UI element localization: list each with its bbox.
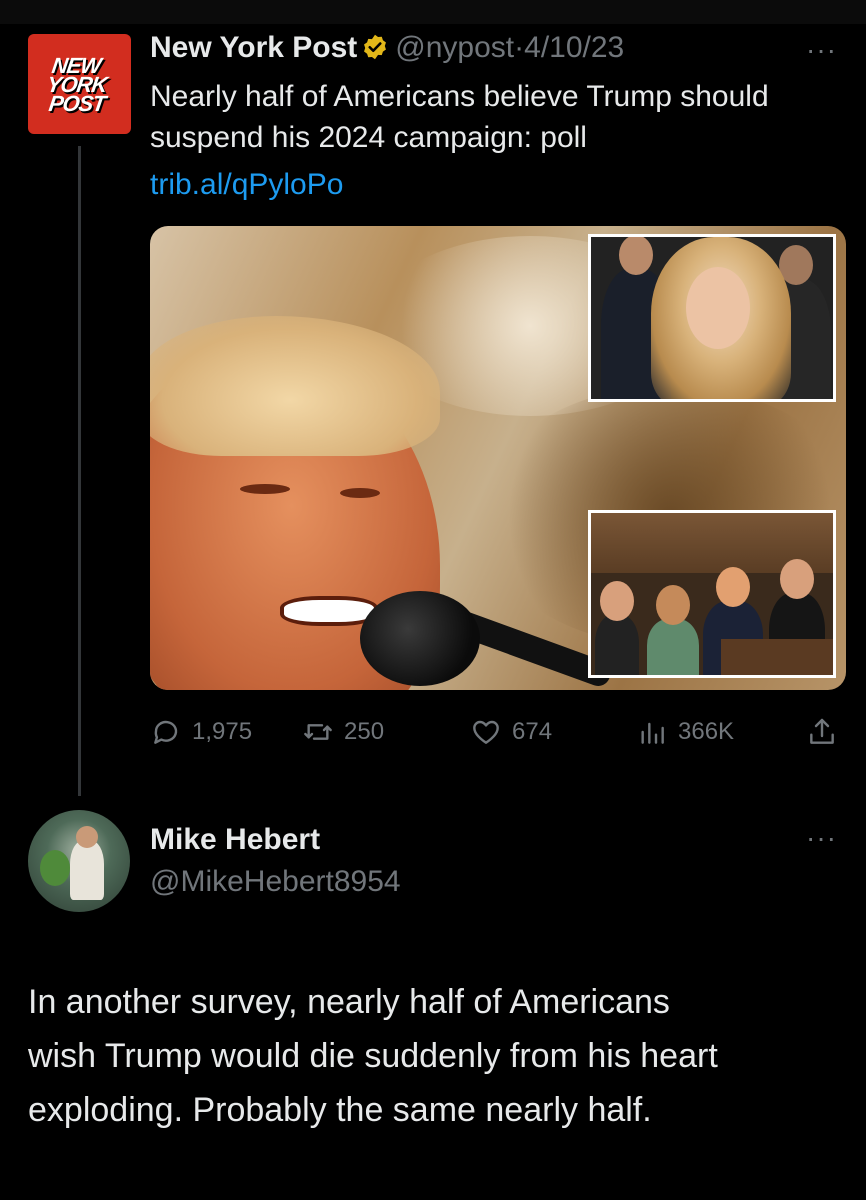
blonde-subject-face xyxy=(686,267,750,349)
tweet-header: New York Post @nypost·4/10/23 xyxy=(150,28,624,72)
logo-line-3: POST xyxy=(46,90,107,116)
tweet-text: Nearly half of Americans believe Trump s… xyxy=(150,80,769,154)
retweet-button[interactable]: 250 xyxy=(302,712,384,752)
more-icon[interactable]: ··· xyxy=(806,34,837,66)
header-separator: · xyxy=(514,31,525,64)
views-count: 366K xyxy=(678,718,735,745)
tweet-media-image[interactable] xyxy=(150,226,846,690)
share-button[interactable] xyxy=(806,712,848,752)
status-bar-strip xyxy=(0,0,866,24)
reply-text: In another survey, nearly half of Americ… xyxy=(28,983,718,1129)
retweet-count: 250 xyxy=(344,718,385,745)
author-handle[interactable]: @nypost xyxy=(395,31,514,64)
avatar-figure-head xyxy=(76,826,98,848)
reply-author-avatar[interactable] xyxy=(28,810,130,912)
reply-icon xyxy=(154,720,178,744)
views-icon xyxy=(641,722,664,744)
like-icon xyxy=(473,720,499,744)
thread-connector-line xyxy=(78,146,81,796)
share-icon xyxy=(810,718,834,744)
views-button[interactable]: 366K xyxy=(636,712,734,752)
reply-more-icon[interactable]: ··· xyxy=(806,822,837,854)
microphone-icon xyxy=(360,591,480,686)
court-table xyxy=(721,639,833,675)
inset-photo-top xyxy=(588,234,836,402)
reply-author-name[interactable]: Mike Hebert xyxy=(150,820,320,860)
retweet-icon xyxy=(304,724,332,740)
avatar-plant xyxy=(40,850,70,886)
reply-button[interactable]: 1,975 xyxy=(150,712,252,752)
reply-count: 1,975 xyxy=(192,718,253,745)
nypost-avatar[interactable]: NEW YORK POST xyxy=(28,34,131,134)
court-person xyxy=(647,585,699,675)
tweet-date[interactable]: 4/10/23 xyxy=(524,31,624,64)
avatar-figure xyxy=(70,840,104,900)
like-button[interactable]: 674 xyxy=(470,712,552,752)
author-name[interactable]: New York Post xyxy=(150,31,357,64)
tweet-link[interactable]: trib.al/qPyloPo xyxy=(150,164,343,205)
left-eye xyxy=(240,484,290,494)
verified-badge-icon xyxy=(361,32,389,72)
right-eye xyxy=(340,488,380,498)
inset-photo-bottom xyxy=(588,510,836,678)
like-count: 674 xyxy=(512,718,553,745)
reply-author-handle[interactable]: @MikeHebert8954 xyxy=(150,862,401,902)
tweet-action-bar: 1,975 250 674 366K xyxy=(150,712,850,752)
court-person xyxy=(595,581,639,675)
